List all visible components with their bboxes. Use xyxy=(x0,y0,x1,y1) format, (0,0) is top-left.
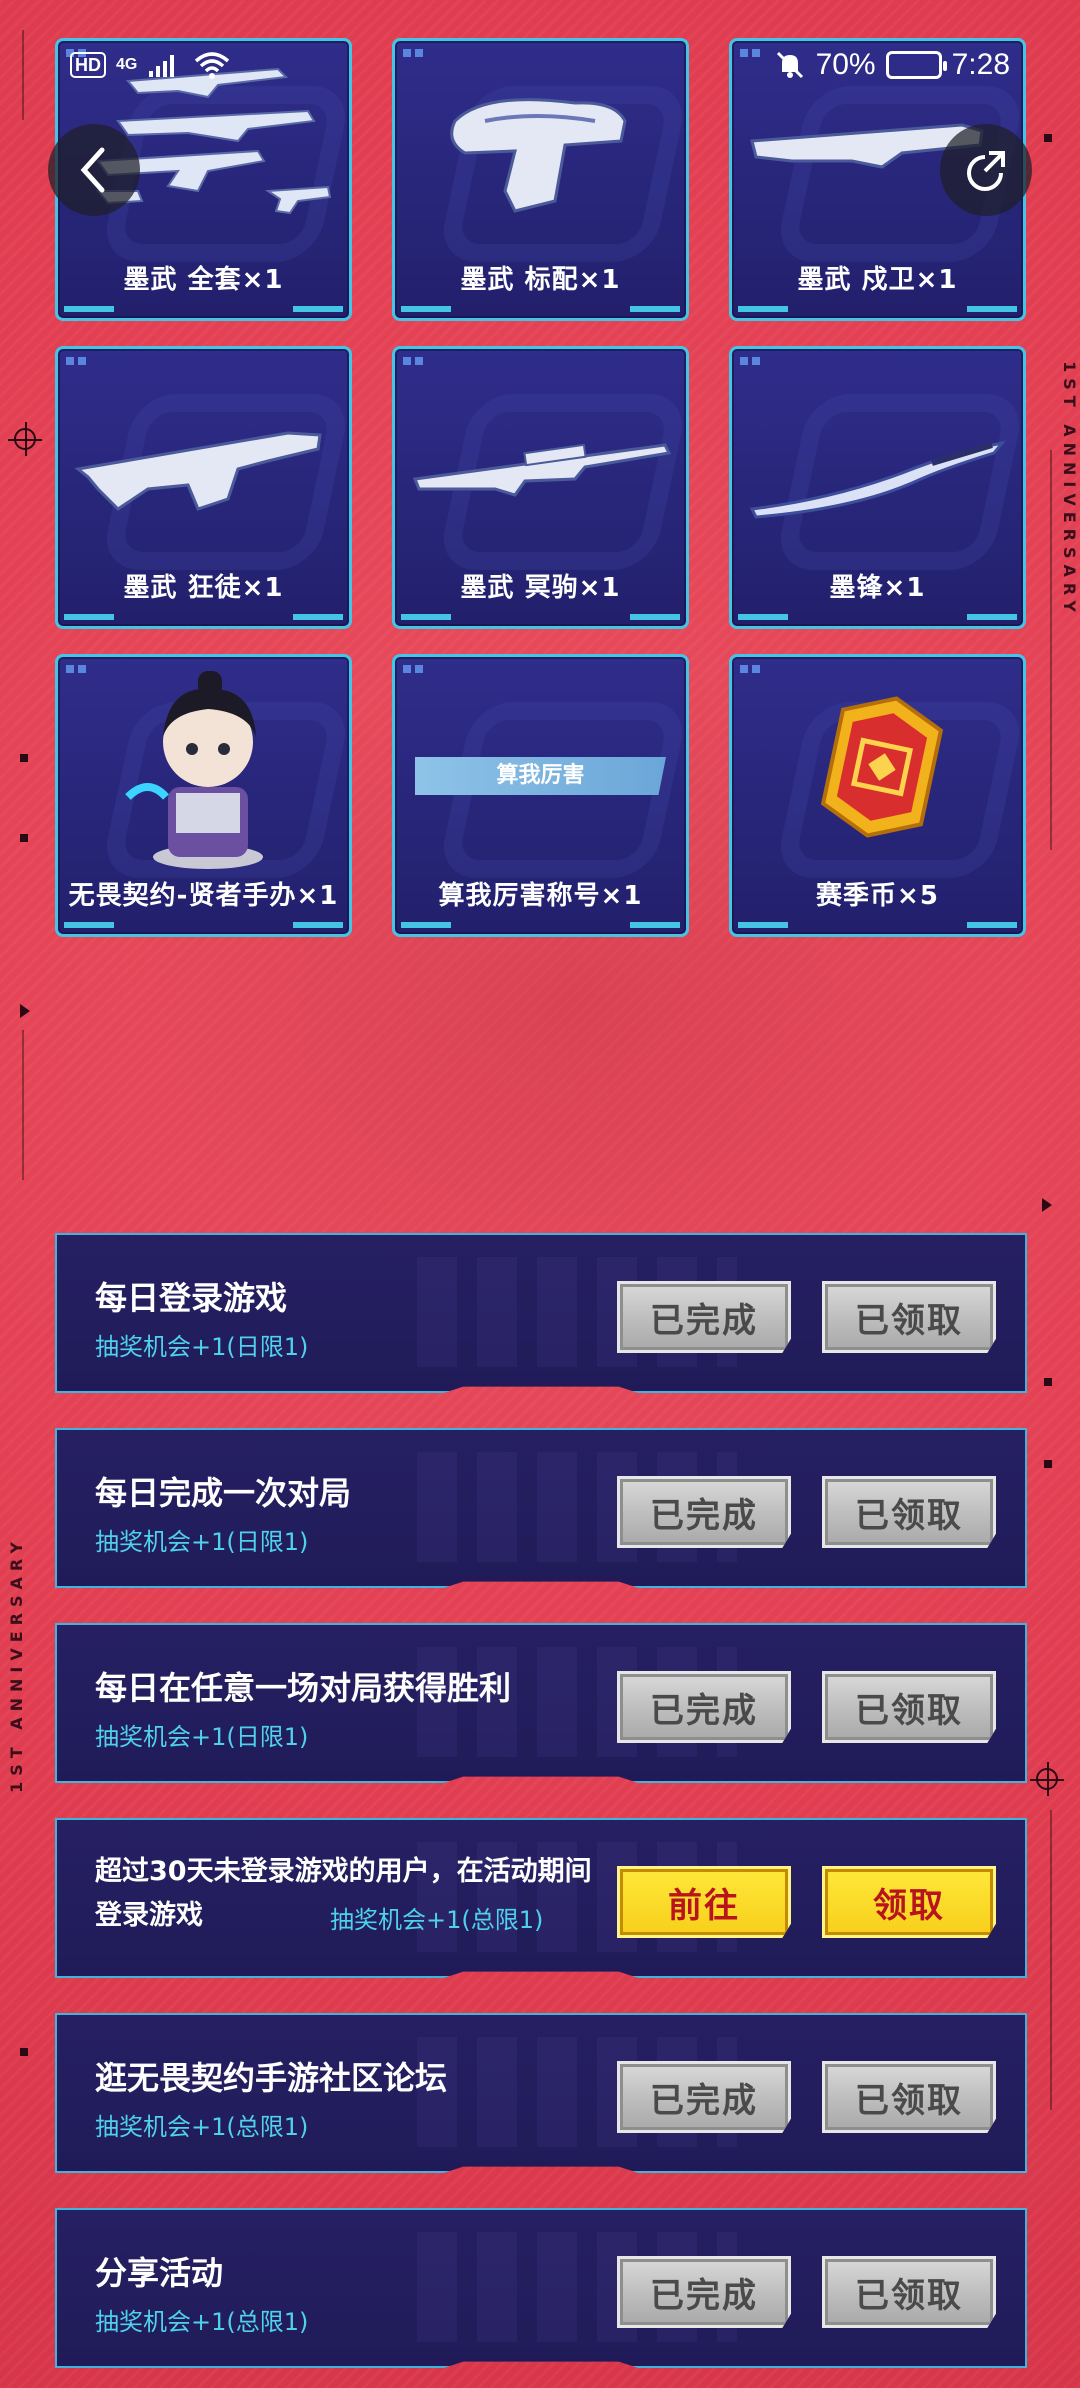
task-row: 逛无畏契约手游社区论坛 抽奖机会+1(总限1) 已完成 已领取 xyxy=(55,2013,1027,2173)
reward-card[interactable]: 算我厉害 算我厉害称号×1 xyxy=(392,654,689,937)
claimed-button[interactable]: 已领取 xyxy=(822,2256,996,2328)
claimed-button[interactable]: 已领取 xyxy=(822,1281,996,1353)
season-coin-image xyxy=(820,696,944,838)
reward-card[interactable]: 墨武 冥驹×1 xyxy=(392,346,689,629)
reward-label: 墨锋×1 xyxy=(829,573,926,603)
mute-bell-icon xyxy=(776,51,803,79)
reward-grid: 墨武 全套×1 墨武 标配×1 墨武 戍卫×1 墨武 狂徒×1 墨武 冥驹×1 xyxy=(55,38,1026,937)
decor-dot xyxy=(20,2048,28,2056)
task-reward: 抽奖机会+1(日限1) xyxy=(95,1528,309,1556)
left-divider-line xyxy=(22,30,24,120)
reward-label: 墨武 戍卫×1 xyxy=(797,265,958,295)
sage-figure-image xyxy=(125,671,263,869)
reward-label: 墨武 全套×1 xyxy=(123,265,284,295)
decor-dot xyxy=(1044,1378,1052,1386)
reward-label: 赛季币×5 xyxy=(816,881,939,911)
completed-button[interactable]: 已完成 xyxy=(617,2061,791,2133)
decor-dot xyxy=(20,754,28,762)
reward-label: 墨武 冥驹×1 xyxy=(460,573,621,603)
task-title: 逛无畏契约手游社区论坛 xyxy=(95,2059,448,2097)
completed-button[interactable]: 已完成 xyxy=(617,2256,791,2328)
left-divider-line xyxy=(22,1030,24,1180)
status-left: HD 4G xyxy=(70,50,231,80)
decor-triangle xyxy=(20,1004,30,1018)
reward-label: 墨武 狂徒×1 xyxy=(123,573,284,603)
task-row: 每日完成一次对局 抽奖机会+1(日限1) 已完成 已领取 xyxy=(55,1428,1027,1588)
share-icon xyxy=(967,151,1005,191)
sniper-rifle-image xyxy=(412,443,672,497)
task-row: 每日在任意一场对局获得胜利 抽奖机会+1(日限1) 已完成 已领取 xyxy=(55,1623,1027,1783)
crosshair-icon xyxy=(1030,1762,1064,1796)
claimed-button[interactable]: 已领取 xyxy=(822,2061,996,2133)
reward-card[interactable]: 无畏契约-贤者手办×1 xyxy=(55,654,352,937)
reward-label: 墨武 标配×1 xyxy=(460,265,621,295)
go-button[interactable]: 前往 xyxy=(617,1866,791,1938)
task-row: 分享活动 抽奖机会+1(总限1) 已完成 已领取 xyxy=(55,2208,1027,2368)
back-button[interactable] xyxy=(48,124,140,216)
task-title: 分享活动 xyxy=(95,2254,224,2292)
claim-button[interactable]: 领取 xyxy=(822,1866,996,1938)
hd-indicator: HD xyxy=(70,52,106,78)
network-indicator: 4G xyxy=(116,56,138,73)
decor-dot xyxy=(1044,134,1052,142)
crosshair-icon xyxy=(8,422,42,456)
task-list: 每日登录游戏 抽奖机会+1(日限1) 已完成 已领取 每日完成一次对局 抽奖机会… xyxy=(55,1233,1027,2388)
decor-dot xyxy=(20,834,28,842)
title-badge: 算我厉害 xyxy=(415,757,666,795)
right-divider-line xyxy=(1050,450,1052,850)
completed-button[interactable]: 已完成 xyxy=(617,1476,791,1548)
clock-time: 7:28 xyxy=(951,48,1010,81)
claimed-button[interactable]: 已领取 xyxy=(822,1476,996,1548)
battery-percent: 70% xyxy=(815,48,876,81)
status-right: 70% 7:28 xyxy=(774,48,1010,82)
task-title: 每日在任意一场对局获得胜利 xyxy=(95,1669,512,1707)
completed-button[interactable]: 已完成 xyxy=(617,1671,791,1743)
signal-icon xyxy=(149,55,175,77)
reward-card[interactable]: 赛季币×5 xyxy=(729,654,1026,937)
battery-icon xyxy=(885,51,947,79)
task-reward: 抽奖机会+1(总限1) xyxy=(330,1906,544,1934)
task-row: 超过30天未登录游戏的用户，在活动期间登录游戏 抽奖机会+1(总限1) 前往 领… xyxy=(55,1818,1027,1978)
task-reward: 抽奖机会+1(日限1) xyxy=(95,1333,309,1361)
share-button[interactable] xyxy=(940,124,1032,216)
task-title: 每日登录游戏 xyxy=(95,1279,288,1317)
task-reward: 抽奖机会+1(总限1) xyxy=(95,2308,309,2336)
decor-dot xyxy=(1044,1460,1052,1468)
knife-image xyxy=(749,440,1006,519)
anniversary-vertical-text-right: 1ST ANNIVERSARY xyxy=(1060,361,1080,618)
assault-rifle-image xyxy=(74,431,322,511)
wifi-icon xyxy=(195,52,230,79)
reward-label: 算我厉害称号×1 xyxy=(438,881,643,911)
task-reward: 抽奖机会+1(总限1) xyxy=(95,2113,309,2141)
completed-button[interactable]: 已完成 xyxy=(617,1281,791,1353)
task-title: 每日完成一次对局 xyxy=(95,1474,352,1512)
reward-card[interactable]: 墨武 狂徒×1 xyxy=(55,346,352,629)
task-row: 每日登录游戏 抽奖机会+1(日限1) 已完成 已领取 xyxy=(55,1233,1027,1393)
claimed-button[interactable]: 已领取 xyxy=(822,1671,996,1743)
right-divider-line xyxy=(1050,1810,1052,2110)
task-reward: 抽奖机会+1(日限1) xyxy=(95,1723,309,1751)
decor-triangle xyxy=(1042,1198,1052,1212)
status-bar: HD 4G 70% 7:28 xyxy=(70,42,1010,88)
card-corner-mark xyxy=(403,665,411,673)
chevron-left-icon xyxy=(80,147,105,193)
reward-card[interactable]: 墨锋×1 xyxy=(729,346,1026,629)
reward-label: 无畏契约-贤者手办×1 xyxy=(68,881,339,911)
anniversary-vertical-text-left: 1ST ANNIVERSARY xyxy=(6,1536,26,1793)
